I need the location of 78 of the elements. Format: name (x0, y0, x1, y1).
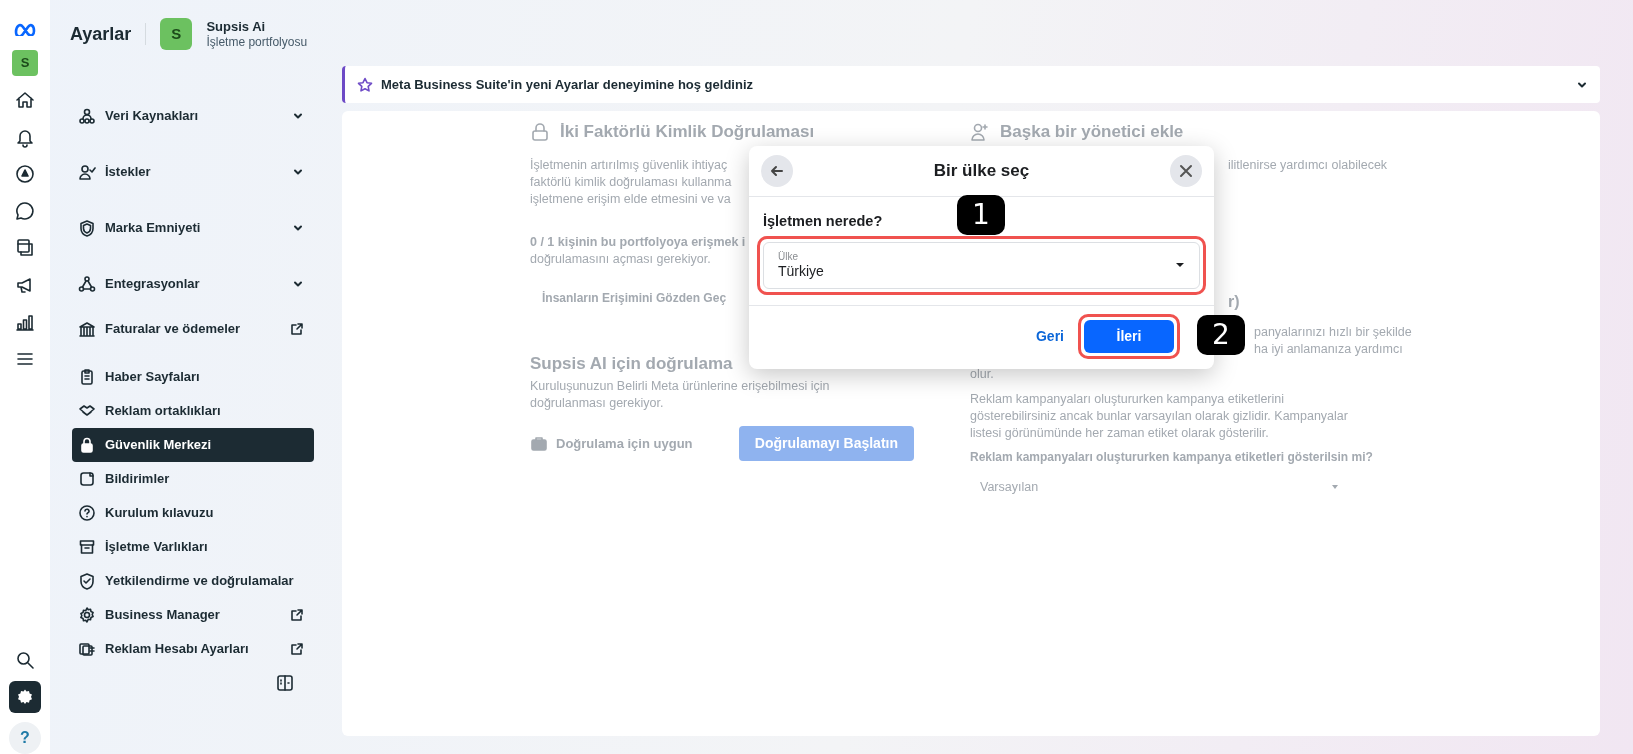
question-circle-icon (78, 504, 96, 522)
field-label: Ülke (778, 250, 799, 262)
section-title: İki Faktörlü Kimlik Doğrulaması (560, 121, 815, 143)
back-link[interactable]: Geri (1030, 325, 1070, 347)
banner-text: Meta Business Suite'in yeni Ayarlar deneyimine hoş geldiniz (381, 75, 754, 94)
description-text: faktörlü kimlik doğrulaması kullanma (530, 173, 732, 191)
status-text: Doğrulama için uygun (556, 434, 693, 453)
settings-button[interactable] (9, 681, 41, 713)
step-marker: 1 (957, 195, 1005, 235)
arrow-left-icon (769, 163, 785, 179)
description-text: Reklam kampanyaları oluştururken kampanya etiketlerini gösterebilirsiniz ancak bunlar varsayılan olarak gizlidir. Kampanyalar listesi görünümünde her zaman etiket olarak gösterilir. (970, 390, 1349, 442)
section-title: r) (1228, 291, 1240, 312)
panel-toggle-icon[interactable] (276, 674, 294, 692)
country-select[interactable]: Ülke Türkiye (763, 241, 1200, 289)
sidebar-item[interactable]: Reklam ortaklıkları (72, 394, 314, 428)
business-avatar: S (160, 18, 193, 50)
description-text: olur. (970, 365, 994, 383)
home-icon[interactable] (14, 89, 36, 111)
dialog-title: Bir ülke seç (933, 160, 1030, 183)
cards-icon (78, 640, 96, 658)
business-name: Supsis Ai (206, 19, 267, 34)
close-button[interactable] (1170, 155, 1202, 187)
pages-icon[interactable] (14, 237, 36, 259)
sidebar-item[interactable]: Güvenlik Merkezi (72, 428, 314, 462)
external-link-icon (290, 608, 304, 622)
external-link-icon (290, 642, 304, 656)
chat-icon[interactable] (14, 200, 36, 222)
account-avatar[interactable]: S (12, 50, 38, 76)
sidebar-item[interactable]: Faturalar ve ödemeler (72, 312, 314, 346)
description-text: Kuruluşunuzun Belirli Meta ürünlerine erişebilmesi için doğrulanması gerekiyor. (530, 378, 831, 412)
person-add-icon (970, 121, 990, 142)
sidebar-item[interactable]: Business Manager (72, 598, 314, 632)
section-title: Başka bir yönetici ekle (1000, 121, 1184, 143)
people-network-icon (78, 107, 96, 125)
star-icon (357, 76, 373, 93)
archive-box-icon (78, 538, 96, 556)
bank-icon (78, 320, 96, 338)
sidebar-item[interactable]: İstekler (72, 144, 314, 200)
description-text: işletmene erişim elde etmesini ve va (530, 190, 731, 208)
compass-icon[interactable] (14, 163, 36, 185)
clipboard-icon (78, 368, 96, 386)
section-title: Supsis AI için doğrulama (530, 352, 734, 375)
shield-icon (78, 219, 96, 237)
sidebar-item[interactable]: Haber Sayfaları (72, 360, 314, 394)
lock-icon (78, 436, 96, 454)
description-text: İşletmenin artırılmış güvenlik ihtiyaç (530, 156, 728, 174)
business-subtitle: İşletme portfolyosu (206, 34, 308, 49)
sidebar-item[interactable]: Entegrasyonlar (72, 256, 314, 312)
square-icon (78, 470, 96, 488)
question-label: İşletmen nerede? (763, 212, 883, 231)
shield-check-icon (78, 572, 96, 590)
sidebar-item[interactable]: Veri Kaynakları (72, 88, 314, 144)
sidebar-item[interactable]: Marka Emniyeti (72, 200, 314, 256)
sidebar-item[interactable]: Bildirimler (72, 462, 314, 496)
close-icon (1178, 163, 1194, 179)
field-value: Türkiye (778, 261, 825, 280)
external-link-icon (290, 322, 304, 336)
person-check-icon (78, 163, 96, 181)
briefcase-icon (530, 434, 548, 453)
description-text: panyalarınızı hızlı bir şekilde (1254, 323, 1412, 341)
description-text: ilitlenirse yardımcı olabilecek (1228, 156, 1388, 174)
help-button[interactable]: ? (9, 722, 41, 754)
sidebar-item[interactable]: İşletme Varlıkları (72, 530, 314, 564)
gear-icon (78, 606, 96, 624)
description-text: 0 / 1 kişinin bu portfolyoya erişmek i (530, 233, 746, 251)
back-button[interactable] (761, 155, 793, 187)
triangle-nodes-icon (78, 275, 96, 293)
step-marker: 2 (1197, 315, 1245, 355)
sidebar-item[interactable]: Reklam Hesabı Ayarları (72, 632, 314, 666)
sidebar-item[interactable]: Kurulum kılavuzu (72, 496, 314, 530)
next-button[interactable]: İleri (1084, 319, 1174, 353)
description-text: ha iyi anlamanıza yardımcı (1254, 340, 1403, 358)
page-title: Ayarlar (70, 22, 132, 46)
question-text: Reklam kampanyaları oluştururken kampanya etiketleri gösterilsin mi? (970, 448, 1373, 466)
search-icon (15, 650, 35, 670)
lock-icon (530, 121, 550, 142)
sidebar-item[interactable]: Yetkilendirme ve doğrulamalar (72, 564, 314, 598)
description-text: doğrulamasını açması gerekiyor. (530, 250, 711, 268)
